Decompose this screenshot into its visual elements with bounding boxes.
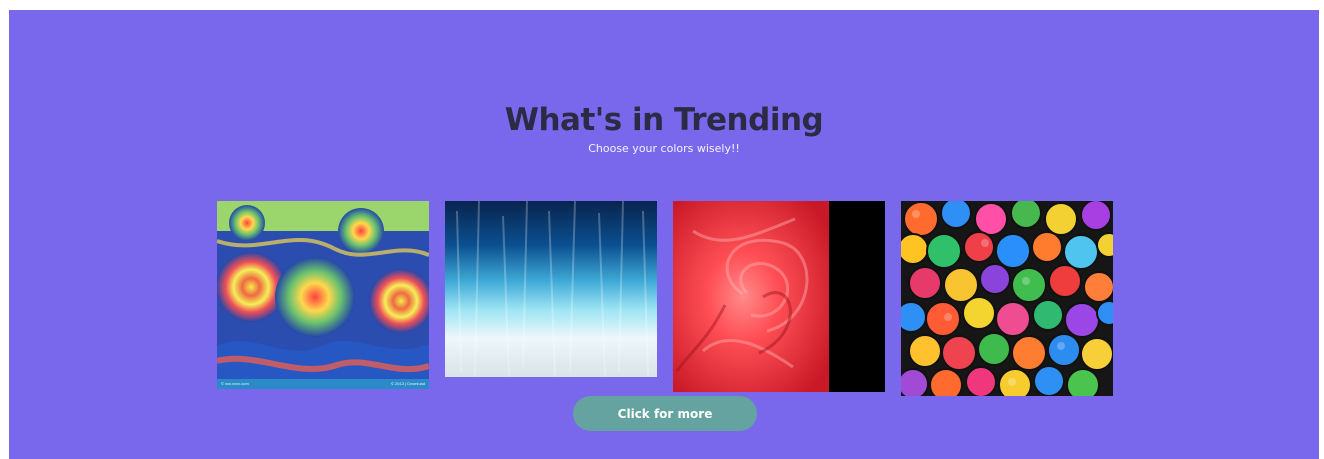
red-fabric-image bbox=[673, 201, 885, 392]
image-caption-bar: © xxx.xxxx.com © 2013 | Download bbox=[217, 379, 429, 389]
click-for-more-button[interactable]: Click for more bbox=[573, 396, 757, 431]
rolled-fabrics-image bbox=[901, 201, 1113, 396]
caption-right-text: © 2013 | Download bbox=[390, 381, 425, 386]
section-subtitle: Choose your colors wisely!! bbox=[588, 142, 740, 155]
caption-left-text: © xxx.xxxx.com bbox=[221, 381, 249, 386]
section-title: What's in Trending bbox=[504, 102, 824, 138]
dip-dye-image bbox=[445, 201, 657, 377]
trending-section: What's in Trending Choose your colors wi… bbox=[9, 10, 1319, 459]
tie-dye-image: © xxx.xxxx.com © 2013 | Download bbox=[217, 201, 429, 389]
